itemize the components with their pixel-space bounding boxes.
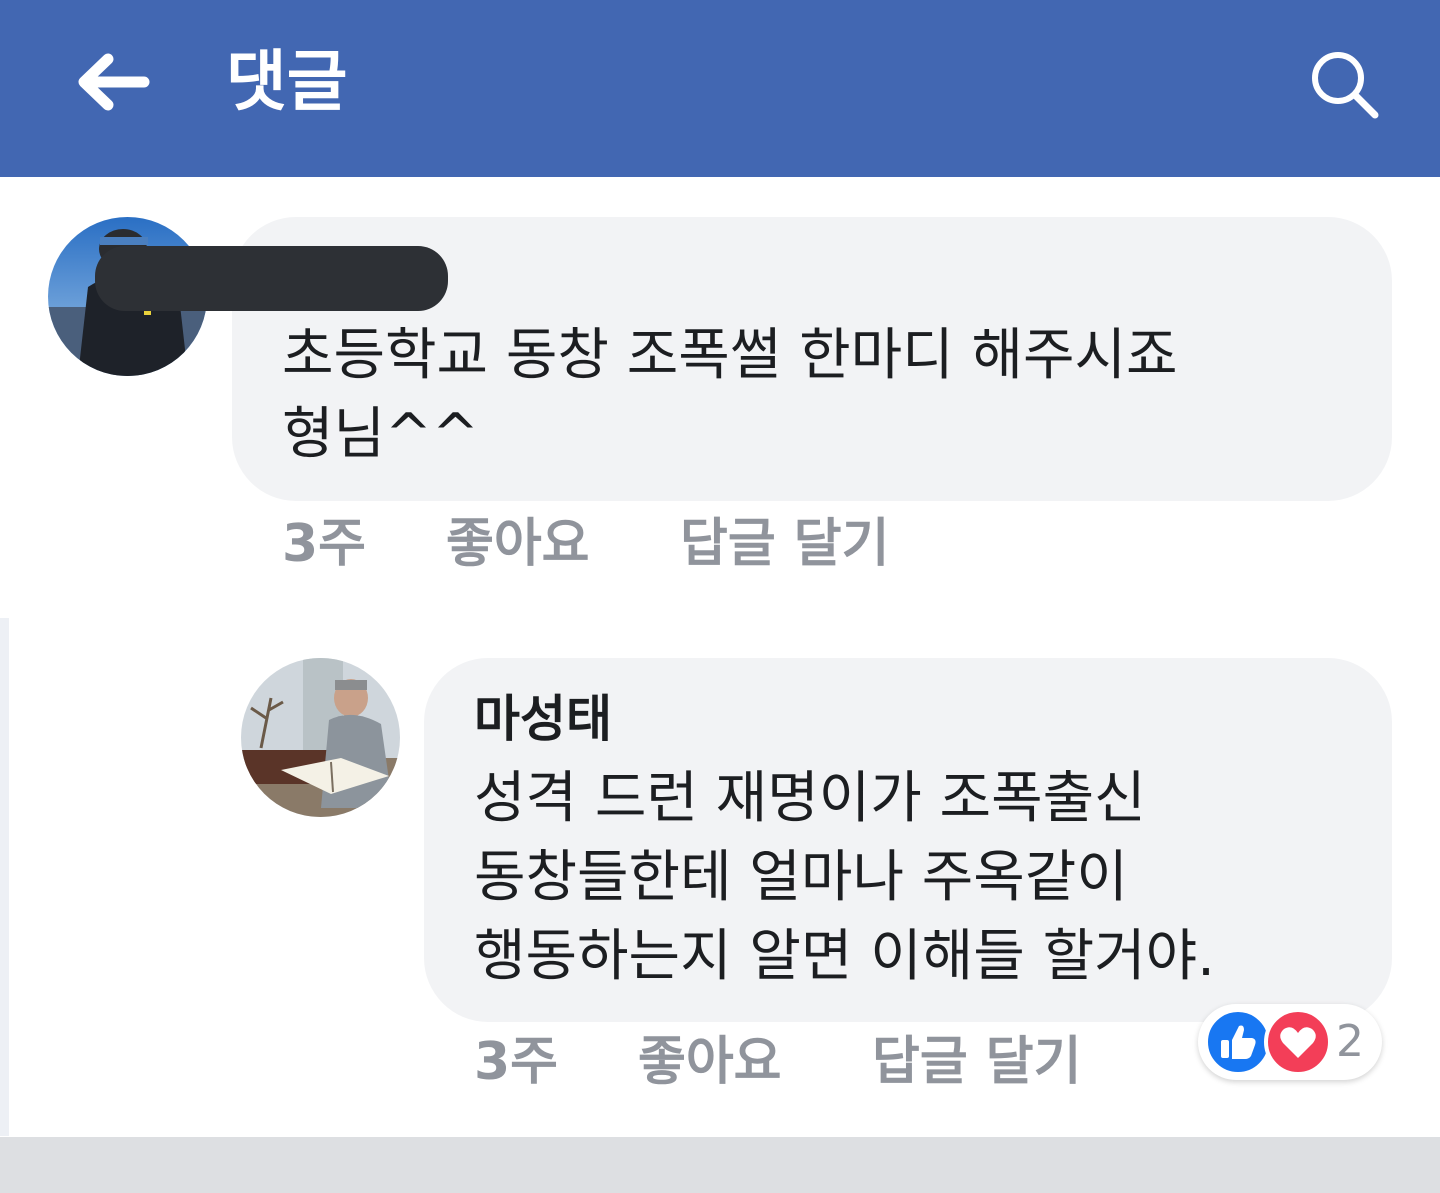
search-button[interactable] [1300,44,1390,124]
reply-button[interactable]: 답글 달기 [680,512,889,576]
comment-time[interactable]: 3주 [474,1030,558,1094]
page-title: 댓글 [226,43,348,120]
reply-button[interactable]: 답글 달기 [872,1030,1081,1094]
app-header: 댓글 [0,0,1440,177]
search-icon [1312,52,1379,119]
reaction-count: 2 [1336,1016,1364,1067]
like-button[interactable]: 좋아요 [638,1030,782,1094]
love-icon [1264,1008,1332,1076]
comment-text-line: 동창들한테 얼마나 주옥같이 [474,845,1128,910]
comment-time[interactable]: 3주 [282,512,366,576]
like-button[interactable]: 좋아요 [446,512,590,576]
back-button[interactable] [70,46,154,118]
comment-composer-bar [0,1137,1440,1193]
redacted-author-name [95,246,448,311]
comment-author-name[interactable]: 마성태 [474,687,612,751]
comment-text-line: 행동하는지 알면 이해들 할거야. [474,924,1215,989]
back-arrow-icon [78,53,150,111]
comment-text-line: 초등학교 동창 조폭썰 한마디 해주시죠 [282,323,1178,388]
comment-text-line: 형님^^ [282,402,479,467]
reply-thread-rail [0,618,9,1136]
avatar[interactable] [241,658,400,817]
comment-text-line: 성격 드런 재명이가 조폭출신 [474,766,1146,831]
